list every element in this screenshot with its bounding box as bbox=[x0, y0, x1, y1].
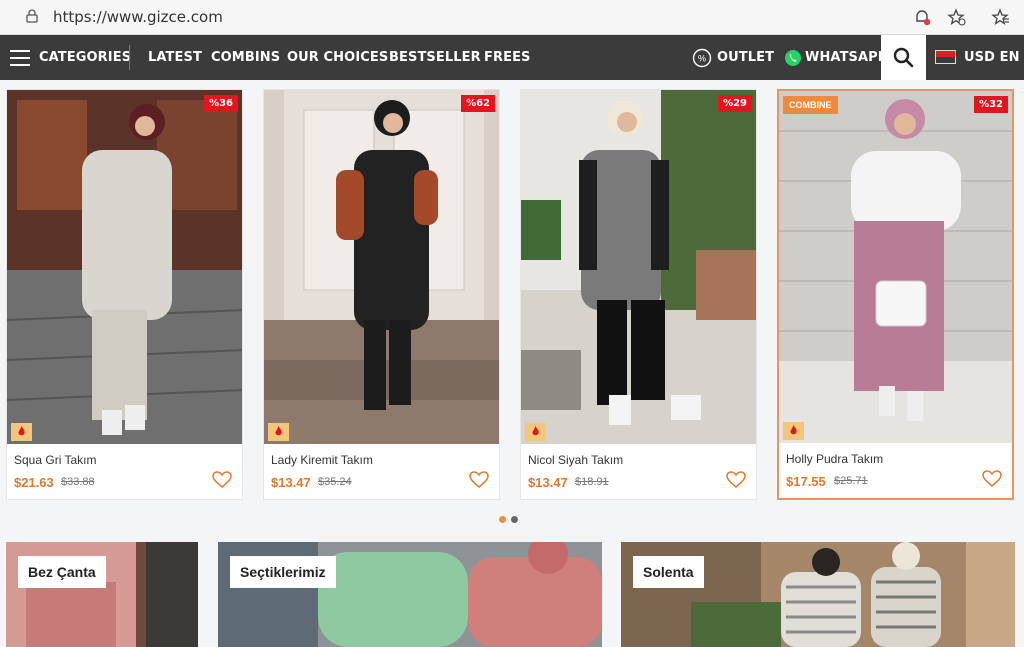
fire-icon bbox=[783, 422, 804, 440]
banner-label: Bez Çanta bbox=[18, 556, 106, 588]
product-old-price: $35.24 bbox=[318, 476, 352, 488]
product-price: $17.55 bbox=[786, 474, 826, 489]
heart-icon[interactable] bbox=[982, 470, 1002, 488]
discount-badge: %62 bbox=[461, 95, 495, 112]
whatsapp-icon bbox=[785, 50, 801, 66]
product-name[interactable]: Squa Gri Takım bbox=[14, 453, 96, 467]
product-image[interactable]: %29 bbox=[521, 90, 756, 444]
fire-icon bbox=[268, 423, 289, 441]
notifications-icon[interactable] bbox=[912, 7, 932, 27]
menu-icon[interactable] bbox=[10, 50, 30, 66]
discount-badge: %36 bbox=[204, 95, 238, 112]
heart-icon[interactable] bbox=[212, 471, 232, 489]
lock-icon bbox=[26, 9, 38, 23]
product-card[interactable]: %29 Nicol Siyah Takım $13.47 $18.91 bbox=[520, 89, 757, 500]
fire-icon bbox=[11, 423, 32, 441]
carousel-dot-active[interactable] bbox=[499, 516, 506, 523]
nav-our-choices[interactable]: OUR CHOICES bbox=[287, 35, 388, 80]
nav-divider bbox=[129, 45, 130, 70]
currency-language-selector[interactable]: USD EN bbox=[964, 35, 1020, 80]
product-name[interactable]: Nicol Siyah Takım bbox=[528, 453, 623, 467]
product-price: $13.47 bbox=[528, 475, 568, 490]
product-name[interactable]: Holly Pudra Takım bbox=[786, 452, 883, 466]
singapore-flag-icon[interactable] bbox=[935, 50, 956, 64]
product-card[interactable]: %62 Lady Kiremit Takım $13.47 $35.24 bbox=[263, 89, 500, 500]
banner-label: Solenta bbox=[633, 556, 704, 588]
search-button[interactable] bbox=[881, 35, 926, 80]
nav-latest[interactable]: LATEST bbox=[148, 35, 202, 80]
product-old-price: $18.91 bbox=[575, 476, 609, 488]
banner-label: Seçtiklerimiz bbox=[230, 556, 336, 588]
favorites-icon[interactable] bbox=[991, 7, 1011, 27]
nav-bestseller[interactable]: BESTSELLER bbox=[389, 35, 481, 80]
product-image[interactable]: %36 bbox=[7, 90, 242, 444]
favorites-add-icon[interactable] bbox=[947, 7, 967, 27]
discount-badge: %29 bbox=[718, 95, 752, 112]
outlet-icon: % bbox=[692, 48, 712, 68]
combine-tag: COMBINE bbox=[783, 96, 838, 114]
product-old-price: $33.88 bbox=[61, 476, 95, 488]
url-text[interactable]: https://www.gizce.com bbox=[53, 8, 223, 26]
nav-frees[interactable]: FREES bbox=[484, 35, 531, 80]
product-price: $13.47 bbox=[271, 475, 311, 490]
search-icon bbox=[893, 47, 914, 68]
main-navigation: CATEGORIES LATEST COMBINS OUR CHOICES BE… bbox=[0, 35, 1024, 80]
banner-bez-canta[interactable]: Bez Çanta bbox=[6, 542, 198, 647]
product-card[interactable]: %36 Squa Gri Takım $21.63 $33.88 bbox=[6, 89, 243, 500]
carousel-dot[interactable] bbox=[511, 516, 518, 523]
product-name[interactable]: Lady Kiremit Takım bbox=[271, 453, 373, 467]
nav-combins[interactable]: COMBINS bbox=[211, 35, 280, 80]
product-price: $21.63 bbox=[14, 475, 54, 490]
banner-sectiklerimiz[interactable]: Seçtiklerimiz bbox=[218, 542, 602, 647]
nav-outlet[interactable]: OUTLET bbox=[717, 35, 774, 80]
fire-icon bbox=[525, 423, 546, 441]
product-image[interactable]: %62 bbox=[264, 90, 499, 444]
heart-icon[interactable] bbox=[726, 471, 746, 489]
nav-whatsapp[interactable]: WHATSAPP bbox=[805, 35, 887, 80]
browser-address-bar: https://www.gizce.com bbox=[0, 0, 1024, 35]
banner-solenta[interactable]: Solenta bbox=[621, 542, 1015, 647]
nav-categories[interactable]: CATEGORIES bbox=[39, 35, 131, 80]
product-image[interactable]: COMBINE %32 bbox=[779, 91, 1012, 443]
product-card-highlighted[interactable]: COMBINE %32 Holly Pudra Takım $17.55 $25… bbox=[777, 89, 1014, 500]
heart-icon[interactable] bbox=[469, 471, 489, 489]
discount-badge: %32 bbox=[974, 96, 1008, 113]
carousel-pagination bbox=[499, 510, 523, 528]
svg-text:%: % bbox=[698, 54, 706, 64]
product-old-price: $25.71 bbox=[834, 475, 868, 487]
